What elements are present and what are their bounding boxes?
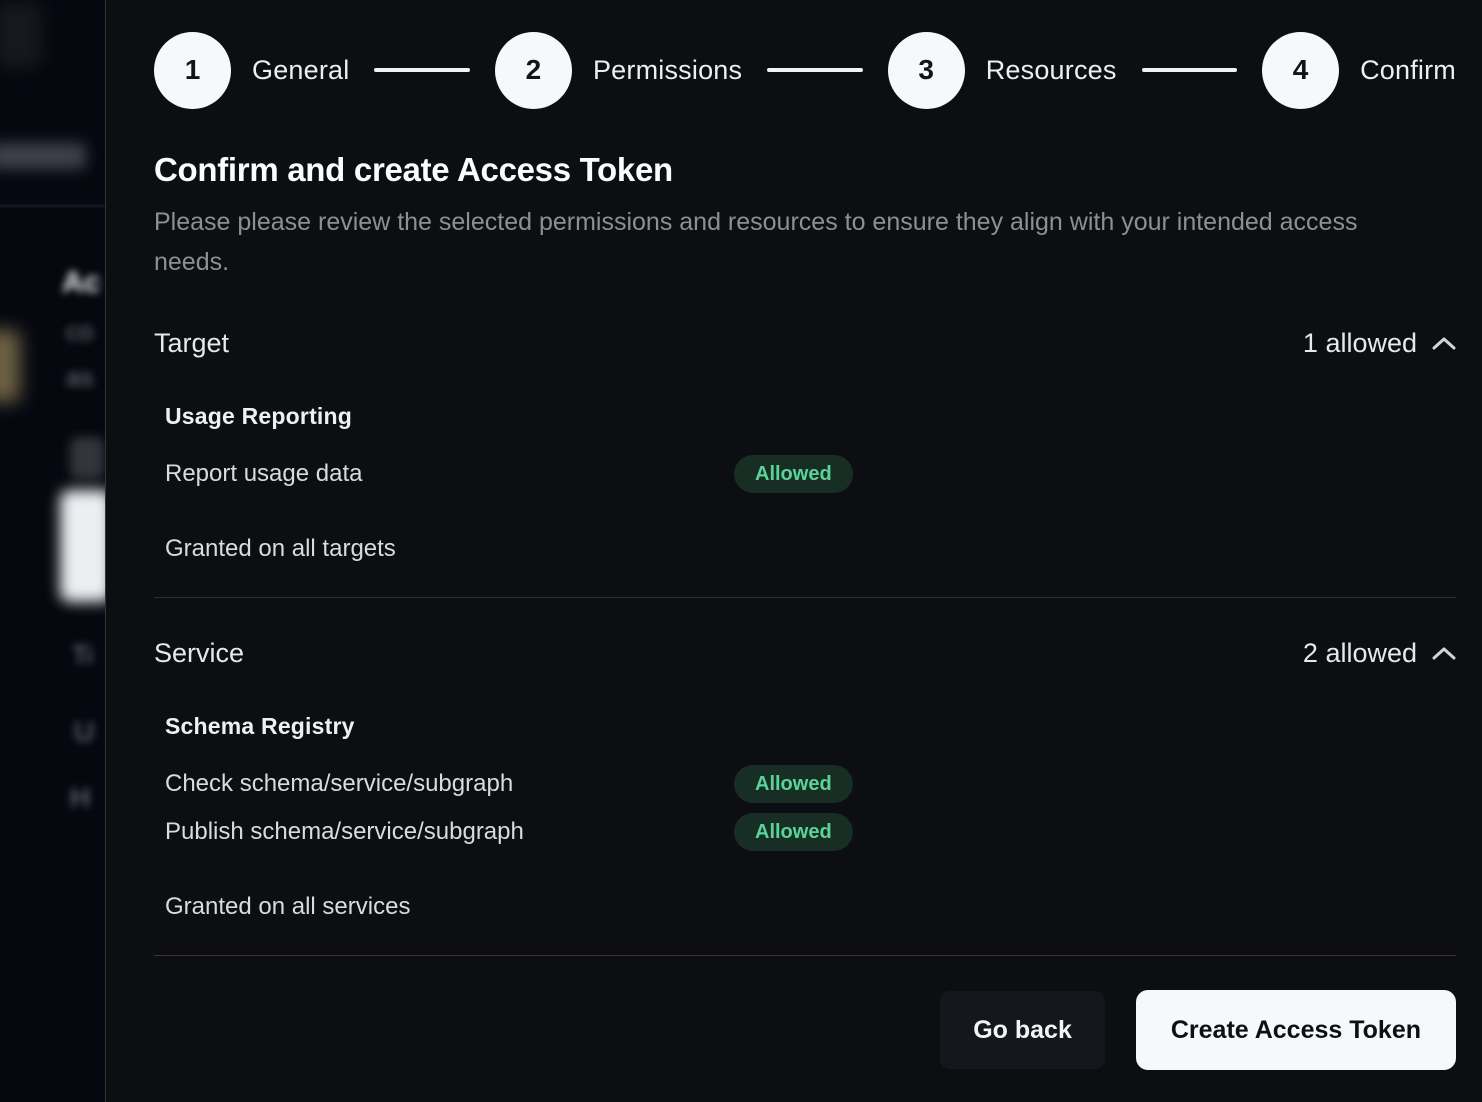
- step-general[interactable]: 1 General: [154, 32, 349, 109]
- step-number-badge: 1: [154, 32, 231, 109]
- permission-label: Report usage data: [165, 460, 734, 488]
- granted-scope-note: Granted on all services: [165, 893, 1456, 921]
- section-collapse-toggle-target[interactable]: 1 allowed: [1303, 328, 1456, 359]
- blurred-white-card: [60, 490, 105, 602]
- blurred-text-fragment: U: [74, 716, 94, 748]
- step-label: Permissions: [593, 55, 742, 86]
- blurred-heading-fragment: Ac: [62, 266, 100, 300]
- wizard-stepper: 1 General 2 Permissions 3 Resources 4 Co…: [154, 31, 1456, 109]
- create-access-token-modal: 1 General 2 Permissions 3 Resources 4 Co…: [105, 0, 1482, 1102]
- step-confirm[interactable]: 4 Confirm: [1262, 32, 1456, 109]
- blurred-text-line: [0, 143, 86, 169]
- section-header-target: Target 1 allowed: [154, 328, 1456, 359]
- permission-label: Publish schema/service/subgraph: [165, 818, 734, 846]
- permission-row: Check schema/service/subgraph Allowed: [165, 765, 1456, 803]
- blurred-yellow-button: [0, 330, 20, 402]
- chevron-up-icon: [1432, 646, 1456, 661]
- blurred-divider: [0, 205, 105, 207]
- step-label: General: [252, 55, 349, 86]
- status-badge-allowed: Allowed: [734, 813, 853, 851]
- allowed-count: 2 allowed: [1303, 638, 1417, 669]
- section-title: Target: [154, 328, 229, 359]
- step-resources[interactable]: 3 Resources: [888, 32, 1117, 109]
- permission-group-title: Usage Reporting: [165, 403, 1456, 430]
- step-label: Confirm: [1360, 55, 1456, 86]
- allowed-count: 1 allowed: [1303, 328, 1417, 359]
- page-description: Please please review the selected permis…: [154, 202, 1394, 282]
- step-permissions[interactable]: 2 Permissions: [495, 32, 742, 109]
- blurred-logo: [0, 2, 42, 68]
- step-number-badge: 2: [495, 32, 572, 109]
- status-badge-allowed: Allowed: [734, 455, 853, 493]
- step-connector-line: [1142, 68, 1238, 72]
- status-badge-allowed: Allowed: [734, 765, 853, 803]
- background-page-blurred: Ac co as Ti U H: [0, 0, 105, 1102]
- blurred-icon-tile: [70, 437, 104, 479]
- blurred-text-fragment: Ti: [72, 640, 93, 671]
- section-header-service: Service 2 allowed: [154, 638, 1456, 669]
- section-divider: [154, 597, 1456, 598]
- blurred-text-fragment: H: [70, 782, 90, 814]
- blurred-text-fragment: as: [66, 362, 93, 393]
- footer-divider: [154, 955, 1456, 956]
- blurred-text-fragment: co: [66, 316, 93, 347]
- permission-row: Publish schema/service/subgraph Allowed: [165, 813, 1456, 851]
- go-back-button[interactable]: Go back: [940, 991, 1105, 1069]
- step-label: Resources: [986, 55, 1117, 86]
- step-connector-line: [374, 68, 470, 72]
- section-collapse-toggle-service[interactable]: 2 allowed: [1303, 638, 1456, 669]
- step-number-badge: 4: [1262, 32, 1339, 109]
- create-access-token-button[interactable]: Create Access Token: [1136, 990, 1456, 1070]
- permission-group-title: Schema Registry: [165, 713, 1456, 740]
- permission-label: Check schema/service/subgraph: [165, 770, 734, 798]
- page-title: Confirm and create Access Token: [154, 151, 1456, 189]
- chevron-up-icon: [1432, 336, 1456, 351]
- permission-row: Report usage data Allowed: [165, 455, 1456, 493]
- section-title: Service: [154, 638, 244, 669]
- step-number-badge: 3: [888, 32, 965, 109]
- modal-footer: Go back Create Access Token: [154, 990, 1456, 1070]
- granted-scope-note: Granted on all targets: [165, 535, 1456, 563]
- step-connector-line: [767, 68, 863, 72]
